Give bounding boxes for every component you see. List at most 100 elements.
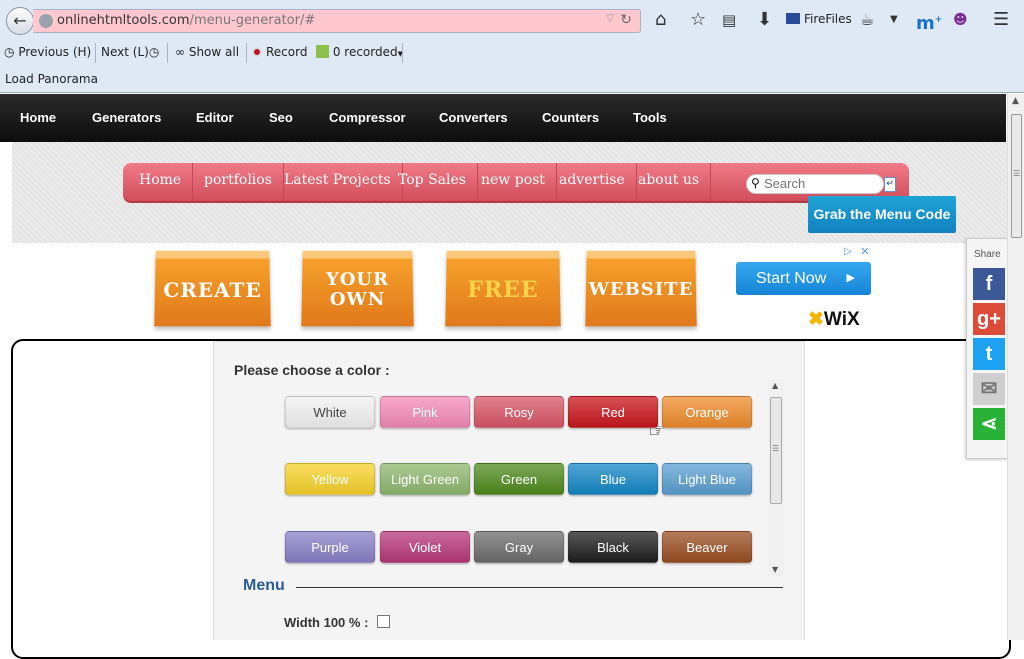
topnav-home[interactable]: Home	[20, 110, 56, 125]
url-text[interactable]: onlinehtmltools.com/menu-generator/#	[57, 13, 315, 28]
scroll-up-arrow-icon[interactable]: ▲	[1012, 96, 1019, 106]
divider	[246, 43, 247, 63]
reload-icon[interactable]: ↻	[620, 12, 632, 28]
page-scroll-thumb[interactable]: ☰	[1011, 114, 1022, 238]
clock-icon: ◷	[4, 45, 15, 59]
ad-word-your-own[interactable]: YOUR OWN	[301, 250, 414, 327]
page-scrollbar[interactable]: ▲ ☰	[1007, 94, 1024, 640]
google-plus-share-icon[interactable]: g+	[973, 303, 1005, 335]
color-swatch-yellow[interactable]: Yellow	[285, 463, 375, 495]
color-swatch-light-green[interactable]: Light Green	[380, 463, 470, 495]
record-button[interactable]: Record	[252, 45, 307, 59]
home-icon[interactable]: ⌂	[655, 9, 666, 31]
color-swatch-violet[interactable]: Violet	[380, 531, 470, 563]
color-swatch-gray[interactable]: Gray	[474, 531, 564, 563]
scroll-up-arrow-icon[interactable]: ▲	[772, 381, 778, 390]
address-bar[interactable]: onlinehtmltools.com/menu-generator/# ▽ ↻	[33, 9, 641, 33]
preview-menu-item-latest-projects[interactable]: Latest Projects	[273, 163, 403, 201]
site-top-nav: Home Generators Editor Seo Compressor Co…	[0, 94, 1006, 142]
topnav-converters[interactable]: Converters	[439, 110, 508, 125]
preview-menu-item-home[interactable]: Home	[128, 163, 194, 201]
width-100-checkbox[interactable]	[377, 615, 390, 628]
m-plus-icon[interactable]: m+	[916, 9, 942, 35]
section-divider	[296, 587, 783, 588]
download-icon[interactable]: ⬇	[757, 9, 772, 31]
share-label: Share	[974, 249, 1001, 260]
ad-word-create[interactable]: CREATE	[154, 250, 271, 327]
preview-search-input[interactable]	[764, 176, 879, 191]
divider	[402, 43, 403, 63]
options-scrollbar[interactable]: ▲ ☰ ▼	[768, 379, 784, 577]
list-icon	[316, 45, 329, 58]
wix-logo[interactable]: ✖WiX	[808, 308, 860, 331]
color-swatch-light-blue[interactable]: Light Blue	[662, 463, 752, 495]
url-path: /menu-generator/#	[189, 13, 316, 28]
topnav-compressor[interactable]: Compressor	[329, 110, 406, 125]
preview-menu-item-top-sales[interactable]: Top Sales	[387, 163, 478, 201]
divider	[167, 43, 168, 63]
coffee-cup-icon[interactable]: ☕	[860, 9, 874, 31]
reading-list-icon[interactable]: ▤	[722, 9, 736, 31]
ad-start-label: Start Now	[756, 270, 827, 287]
url-domain: onlinehtmltools.com	[57, 13, 190, 28]
topnav-counters[interactable]: Counters	[542, 110, 599, 125]
scroll-down-arrow-icon[interactable]: ▼	[772, 565, 778, 574]
topnav-generators[interactable]: Generators	[92, 110, 161, 125]
play-arrow-icon: ▶	[846, 272, 855, 284]
color-swatch-beaver[interactable]: Beaver	[662, 531, 752, 563]
back-button[interactable]: ←	[6, 7, 34, 35]
wix-brand: WiX	[823, 309, 860, 330]
topnav-seo[interactable]: Seo	[269, 110, 293, 125]
ad-word-website[interactable]: WEBSITE	[585, 250, 697, 327]
url-history-dropdown-icon[interactable]: ▽	[606, 13, 614, 24]
divider	[95, 43, 96, 63]
previous-button[interactable]: ◷ Previous (H)	[4, 45, 91, 59]
grip-icon: ☰	[772, 444, 780, 453]
ad-start-now-button[interactable]: Start Now ▶	[736, 262, 871, 295]
color-swatch-pink[interactable]: Pink	[380, 396, 470, 428]
sharethis-share-icon[interactable]: ⋖	[973, 408, 1005, 440]
grip-icon: ☰	[1013, 169, 1021, 178]
yahoo-icon[interactable]: ☻	[953, 9, 968, 31]
choose-color-label: Please choose a color :	[234, 362, 390, 378]
grab-menu-code-button[interactable]: Grab the Menu Code	[808, 196, 956, 233]
globe-icon	[39, 14, 53, 28]
email-share-icon[interactable]: ✉	[973, 373, 1005, 405]
color-swatch-orange[interactable]: Orange	[662, 396, 752, 428]
twitter-share-icon[interactable]: t	[973, 338, 1005, 370]
ad-word-free[interactable]: FREE	[445, 250, 561, 327]
recorded-label: 0 recorded	[332, 45, 398, 59]
dropdown-arrow-icon[interactable]: ▼	[890, 9, 898, 31]
show-all-button[interactable]: ∞ Show all	[175, 45, 239, 59]
facebook-share-icon[interactable]: f	[973, 268, 1005, 300]
topnav-tools[interactable]: Tools	[633, 110, 667, 125]
preview-menu-item-new-post[interactable]: new post	[470, 163, 557, 201]
glasses-icon: ∞	[175, 45, 185, 59]
ad-close-icon[interactable]: ✕	[858, 245, 872, 259]
next-button[interactable]: Next (L)◷	[101, 45, 159, 59]
session-toolbar: ◷ Previous (H) Next (L)◷ ∞ Show all Reco…	[0, 43, 420, 65]
preview-search-submit-icon[interactable]: ↵	[884, 177, 896, 192]
hamburger-menu-icon[interactable]: ☰	[993, 9, 1009, 31]
previous-label: Previous (H)	[18, 45, 92, 59]
recorded-dropdown[interactable]: 0 recorded▼	[316, 45, 403, 59]
color-swatch-white[interactable]: White	[285, 396, 375, 428]
load-panorama-button[interactable]: Load Panorama	[5, 72, 98, 86]
color-swatch-purple[interactable]: Purple	[285, 531, 375, 563]
color-swatch-green[interactable]: Green	[474, 463, 564, 495]
firefiles-button[interactable]: FireFiles	[786, 12, 852, 26]
preview-search-box[interactable]: ⚲	[746, 174, 884, 194]
color-swatch-rosy[interactable]: Rosy	[474, 396, 564, 428]
bookmark-star-icon[interactable]: ☆	[690, 9, 706, 31]
color-swatch-black[interactable]: Black	[568, 531, 658, 563]
color-swatch-blue[interactable]: Blue	[568, 463, 658, 495]
preview-menu-item-advertise[interactable]: advertise	[548, 163, 637, 201]
color-swatch-red[interactable]: Red	[568, 396, 658, 428]
preview-menu-item-portfolios[interactable]: portfolios	[193, 163, 284, 201]
ad-choices-icon[interactable]: ▷	[841, 245, 855, 259]
scroll-thumb[interactable]: ☰	[770, 397, 782, 504]
topnav-editor[interactable]: Editor	[196, 110, 234, 125]
preview-menu-item-about-us[interactable]: about us	[627, 163, 712, 201]
width-100-label: Width 100 % :	[284, 615, 369, 630]
firefiles-label: FireFiles	[804, 12, 852, 26]
